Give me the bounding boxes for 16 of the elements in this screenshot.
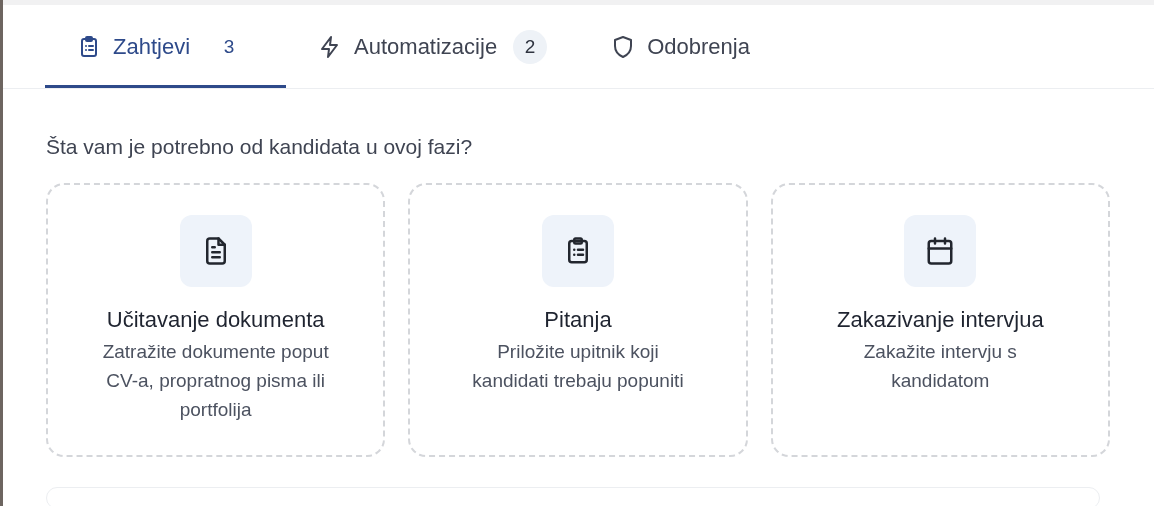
card-description: Zatražite dokumente poput CV-a, propratnog pisma ili portfolija: [101, 340, 330, 422]
tab-count: 3: [222, 35, 236, 59]
tab[interactable]: Odobrenja: [579, 5, 782, 88]
tab[interactable]: Automatizacije 2: [286, 5, 580, 88]
tab[interactable]: Zahtjevi 3: [45, 5, 287, 88]
card-title: Zakazivanje intervjua: [837, 307, 1044, 333]
option-card[interactable]: Učitavanje dokumenta Zatražite dokumente poput CV-a, propratnog pisma ili portfolija: [46, 183, 386, 457]
card-title: Pitanja: [544, 307, 612, 333]
tab-count: 2: [513, 30, 548, 64]
calendar-icon: [925, 236, 956, 266]
question-text: Šta vam je potrebno od kandidata u ovoj fazi?: [46, 135, 474, 159]
card-title: Učitavanje dokumenta: [106, 307, 325, 333]
card-description: Zakažite intervju s kandidatom: [862, 340, 1018, 393]
card-description: Priložite upitnik koji kandidati trebaju popuniti: [471, 340, 685, 393]
option-card[interactable]: Pitanja Priložite upitnik koji kandidati trebaju popuniti: [408, 183, 748, 457]
option-card[interactable]: Zakazivanje intervjua Zakažite intervju s kandidatom: [770, 183, 1110, 457]
